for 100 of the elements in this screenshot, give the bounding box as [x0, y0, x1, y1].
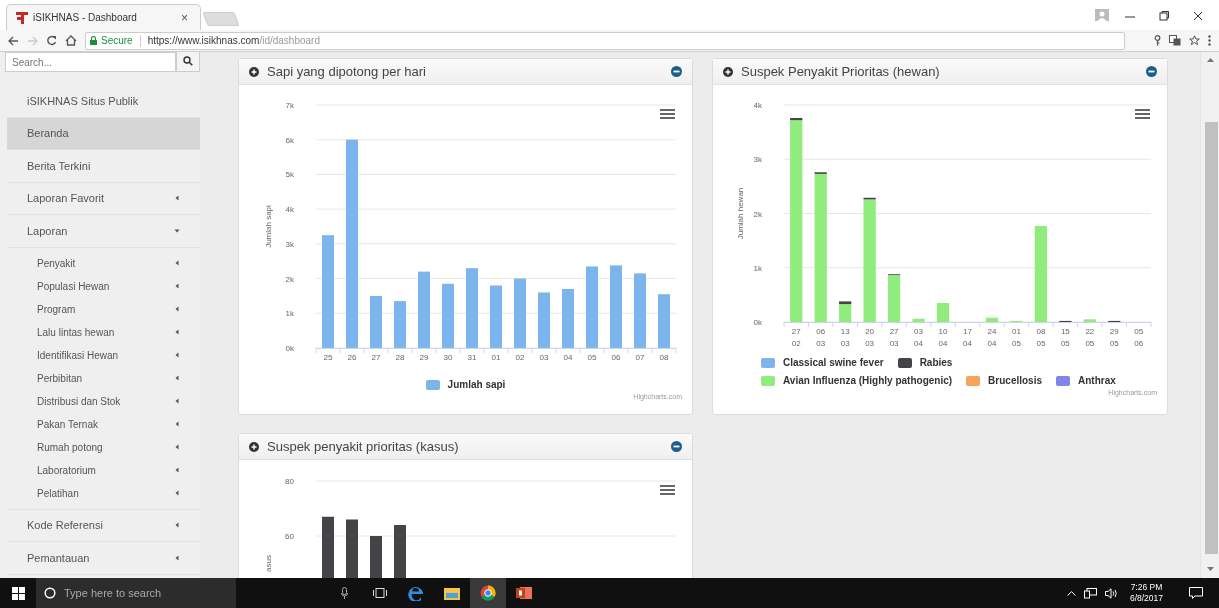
axis-tick-label: 29 05: [1109, 327, 1119, 348]
legend-item[interactable]: Avian Influenza (Highly pathogenic): [761, 373, 953, 388]
search-icon: [182, 56, 193, 66]
notification-icon[interactable]: [1189, 587, 1203, 599]
expand-icon[interactable]: [249, 66, 259, 77]
axis-tick-label: 4k: [285, 205, 294, 215]
axis-tick-label: 3k: [285, 239, 294, 249]
axis-tick-label: 20 03: [865, 327, 875, 348]
axis-tick-label: 08 05: [1036, 327, 1046, 348]
search-icon: [44, 587, 56, 599]
legend-item[interactable]: Brucellosis: [966, 373, 1042, 388]
sidebar-item[interactable]: Laboratorium: [7, 458, 200, 482]
sidebar-item[interactable]: Penyakit: [7, 251, 200, 275]
chart-menu-icon[interactable]: [660, 485, 675, 495]
legend-item[interactable]: Jumlah sapi: [425, 377, 506, 392]
chart-menu-icon[interactable]: [660, 109, 675, 119]
axis-tick-label: 13 03: [840, 327, 850, 348]
axis-tick-label: 3k: [753, 155, 762, 165]
legend-item[interactable]: Rabies: [897, 355, 953, 370]
tab-close-button[interactable]: ×: [177, 11, 192, 24]
chevron-up-icon[interactable]: [1066, 590, 1076, 596]
windows-logo-icon: [11, 586, 25, 600]
sidebar-item[interactable]: Beranda: [7, 117, 200, 150]
search-button[interactable]: [175, 52, 200, 72]
axis-tick-label: 27 02: [791, 327, 801, 348]
axis-tick-label: 15 05: [1060, 327, 1070, 348]
axis-tick-label: 10 04: [938, 327, 948, 348]
legend-item[interactable]: Classical swine fever: [761, 355, 884, 370]
axis-tick-label: 17 04: [963, 327, 972, 348]
axis-tick-label: 27 03: [889, 327, 899, 348]
collapse-icon[interactable]: [671, 441, 682, 452]
taskbar-app-button[interactable]: [470, 578, 506, 608]
panel-title: Sapi yang dipotong per hari: [267, 62, 426, 81]
address-bar[interactable]: Secure https://www.isikhnas.com/id/dashboard: [85, 31, 1125, 50]
sidebar-item[interactable]: Pakan Ternak: [7, 412, 200, 436]
collapse-icon[interactable]: [671, 66, 682, 77]
close-icon: [1193, 10, 1203, 21]
sidebar-item[interactable]: iSIKHNAS Situs Publik: [7, 85, 200, 118]
folder-icon[interactable]: [444, 586, 460, 600]
axis-tick-label: 26: [347, 353, 357, 362]
star-icon[interactable]: [1189, 35, 1200, 46]
expand-icon[interactable]: [249, 441, 259, 452]
axis-tick-label: 5k: [285, 170, 294, 180]
sidebar-item[interactable]: Identifikasi Hewan: [7, 343, 200, 367]
axis-tick-label: 1k: [285, 309, 294, 319]
clock[interactable]: 7:26 PM 6/8/2017: [1129, 582, 1163, 604]
axis-title: Jumlah sapi: [264, 205, 273, 248]
browser-tab[interactable]: iSIKHNAS - Dashboard ×: [6, 4, 201, 30]
sidebar-item[interactable]: Pelatihan: [7, 481, 200, 505]
axis-tick-label: 28: [395, 353, 405, 362]
sidebar-item[interactable]: Berita Terkini: [7, 150, 200, 183]
axis-tick-label: 0k: [753, 318, 762, 327]
task-view-icon[interactable]: [373, 588, 387, 598]
sidebar-item[interactable]: Pemantauan: [7, 542, 200, 575]
taskbar-search-field[interactable]: Type here to search: [36, 578, 236, 608]
slides-app-icon[interactable]: [516, 586, 532, 600]
sidebar-item[interactable]: Laporan Favorit: [7, 182, 200, 215]
scroll-up-icon[interactable]: [1206, 58, 1214, 62]
legend-item[interactable]: Anthrax: [1056, 373, 1116, 388]
sidebar-item[interactable]: Kode Referensi: [7, 509, 200, 542]
axis-tick-label: 03 04: [914, 327, 923, 348]
maximize-icon: [1159, 10, 1169, 21]
scrollbar-thumb[interactable]: [1205, 122, 1218, 554]
reload-icon[interactable]: [46, 35, 57, 46]
axis-tick-label: 05 06: [1134, 327, 1144, 348]
translate-icon[interactable]: [1169, 35, 1181, 46]
volume-icon[interactable]: [1104, 587, 1118, 599]
axis-tick-label: 04: [563, 353, 573, 362]
browser-e-icon[interactable]: [408, 585, 424, 601]
axis-tick-label: 06 03: [816, 327, 826, 348]
back-icon[interactable]: [8, 35, 19, 46]
axis-tick-label: 0k: [285, 344, 294, 353]
expand-icon[interactable]: [723, 66, 733, 77]
axis-tick-label: 30: [443, 353, 453, 362]
chart-menu-icon[interactable]: [1135, 109, 1150, 119]
axis-tick-label: 22 05: [1085, 327, 1095, 348]
axis-tick-label: 07: [635, 353, 645, 362]
collapse-icon[interactable]: [1146, 66, 1157, 77]
sidebar-item[interactable]: Program: [7, 297, 200, 321]
axis-tick-label: 08: [659, 353, 669, 362]
menu-icon[interactable]: [1208, 35, 1211, 46]
scroll-down-icon[interactable]: [1206, 567, 1214, 571]
sidebar-item[interactable]: Populasi Hewan: [7, 274, 200, 298]
sidebar-item[interactable]: Rumah potong: [7, 435, 200, 459]
sidebar-item[interactable]: Perbibitan: [7, 366, 200, 390]
sidebar-item[interactable]: Lalu lintas hewan: [7, 320, 200, 344]
scrollbar-track[interactable]: [1200, 52, 1219, 578]
sidebar-item[interactable]: Distribusi dan Stok: [7, 389, 200, 413]
search-placeholder: Type here to search: [64, 585, 162, 601]
search-field[interactable]: Search...: [5, 52, 176, 72]
home-icon[interactable]: [65, 35, 77, 46]
axis-tick-label: 80: [285, 477, 294, 486]
key-icon[interactable]: [1154, 35, 1161, 46]
sidebar-item[interactable]: Laporan: [7, 215, 200, 248]
axis-tick-label: 01: [491, 353, 501, 362]
axis-tick-label: 1k: [753, 263, 762, 273]
network-icon[interactable]: [1083, 587, 1097, 599]
microphone-icon[interactable]: [340, 587, 348, 599]
url-text: https://www.isikhnas.com/id/dashboard: [147, 34, 320, 48]
lock-icon: [90, 36, 97, 45]
